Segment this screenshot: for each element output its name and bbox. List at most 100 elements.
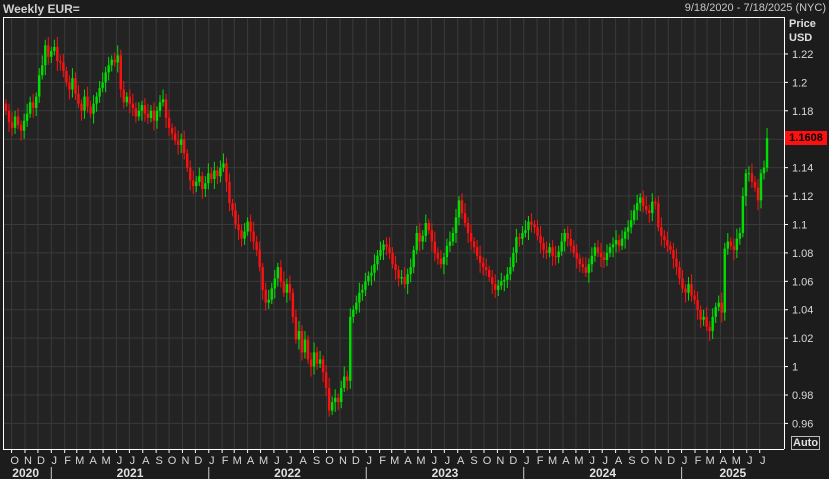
- y-tick-label: 1.06: [792, 276, 813, 288]
- candle-body: [327, 387, 331, 411]
- candle-body: [210, 173, 213, 179]
- x-month-label: M: [75, 455, 84, 467]
- candle: [723, 242, 726, 321]
- x-month-label: M: [416, 455, 425, 467]
- x-year-label: 2023: [432, 466, 459, 479]
- candle-body: [252, 231, 255, 242]
- candle-body: [575, 252, 578, 259]
- candle-body: [551, 247, 554, 256]
- candle-body: [167, 117, 171, 128]
- x-month-label: J: [52, 455, 58, 467]
- candle-body: [469, 233, 473, 242]
- candle-body: [312, 352, 316, 367]
- x-month-label: S: [313, 455, 320, 467]
- candle-body: [454, 217, 458, 233]
- y-tick-label: 1.08: [792, 248, 813, 260]
- candle-body: [41, 65, 44, 76]
- candle-body: [161, 99, 165, 103]
- candle-body: [324, 372, 328, 388]
- candle-body: [497, 285, 500, 290]
- candle-body: [684, 288, 687, 293]
- candle-body: [400, 277, 403, 279]
- x-month-label: J: [682, 455, 688, 467]
- candle-body: [186, 153, 189, 168]
- candle-body: [663, 235, 666, 241]
- candle-body: [484, 267, 488, 270]
- candle-body: [279, 267, 283, 282]
- candle-body: [675, 258, 678, 268]
- candle-body: [515, 237, 518, 253]
- candle-body: [19, 125, 23, 131]
- candle-body: [717, 302, 720, 307]
- x-month-label: J: [760, 455, 766, 467]
- candle-body: [681, 278, 684, 289]
- candle-body: [86, 96, 89, 107]
- candle-body: [702, 316, 705, 320]
- candle-body: [80, 103, 83, 111]
- y-tick-label: 1: [792, 362, 798, 374]
- candle-body: [50, 51, 53, 57]
- candle-body: [478, 255, 482, 263]
- candle-body: [68, 82, 71, 90]
- candle-body: [614, 240, 618, 245]
- candlestick-chart[interactable]: 0.96 0.98 1 1.02 1.04 1.06 1.08 1.1 1.12 1.14 1.16…: [0, 0, 829, 479]
- x-month-label: F: [695, 455, 702, 467]
- y-tick-label: 1.1: [792, 219, 807, 231]
- candle-body: [409, 267, 412, 275]
- y-tick-label: 1.04: [792, 305, 813, 317]
- candle-body: [56, 46, 59, 62]
- candle: [306, 335, 310, 364]
- candle-body: [382, 244, 385, 251]
- candle-body: [361, 289, 364, 293]
- candle-body: [249, 221, 252, 232]
- candle-body: [195, 181, 198, 187]
- candle-body: [255, 241, 258, 251]
- candle-body: [134, 107, 138, 117]
- candle-body: [237, 224, 240, 231]
- candle-body: [44, 45, 47, 66]
- candle-body: [596, 247, 600, 253]
- candle-body: [744, 173, 748, 197]
- candle-body: [231, 203, 234, 211]
- y-tick-label: 0.98: [792, 390, 813, 402]
- candle-body: [602, 257, 606, 260]
- candle-body: [506, 274, 509, 280]
- candle-body: [436, 252, 440, 259]
- candle-body: [346, 376, 349, 381]
- candle-body: [92, 103, 95, 114]
- candle-body: [273, 278, 276, 289]
- candle-body: [303, 339, 307, 353]
- y-axis: 0.960.9811.021.041.061.081.11.121.141.16…: [784, 49, 813, 430]
- candle-body: [430, 230, 434, 242]
- x-month-label: M: [390, 455, 399, 467]
- candle-body: [243, 231, 246, 239]
- candle-body: [418, 233, 421, 242]
- candle-body: [291, 292, 295, 317]
- candle-body: [705, 316, 708, 327]
- candle-body: [31, 102, 35, 108]
- candle-body: [62, 62, 65, 71]
- candle-body: [500, 281, 503, 286]
- candle-body: [107, 65, 110, 73]
- candle-body: [261, 267, 264, 290]
- candle-body: [711, 316, 714, 332]
- candle-body: [747, 173, 751, 175]
- x-year-label: 2022: [274, 466, 301, 479]
- auto-scale-button[interactable]: Auto: [791, 436, 821, 450]
- candle-body: [228, 181, 231, 204]
- candle-body: [521, 233, 524, 239]
- candle-body: [735, 238, 739, 251]
- candle-body: [442, 257, 446, 265]
- x-month-label: M: [233, 455, 242, 467]
- candle-body: [158, 102, 162, 111]
- candle-body: [364, 281, 367, 290]
- candle-body: [337, 397, 340, 403]
- candle-body: [207, 173, 210, 184]
- x-year-label: 2025: [719, 466, 746, 479]
- candle-body: [732, 245, 736, 251]
- candle-body: [563, 233, 566, 242]
- candle-body: [448, 241, 452, 246]
- candle-body: [657, 203, 660, 228]
- candle-body: [321, 359, 325, 373]
- x-month-label: M: [101, 455, 110, 467]
